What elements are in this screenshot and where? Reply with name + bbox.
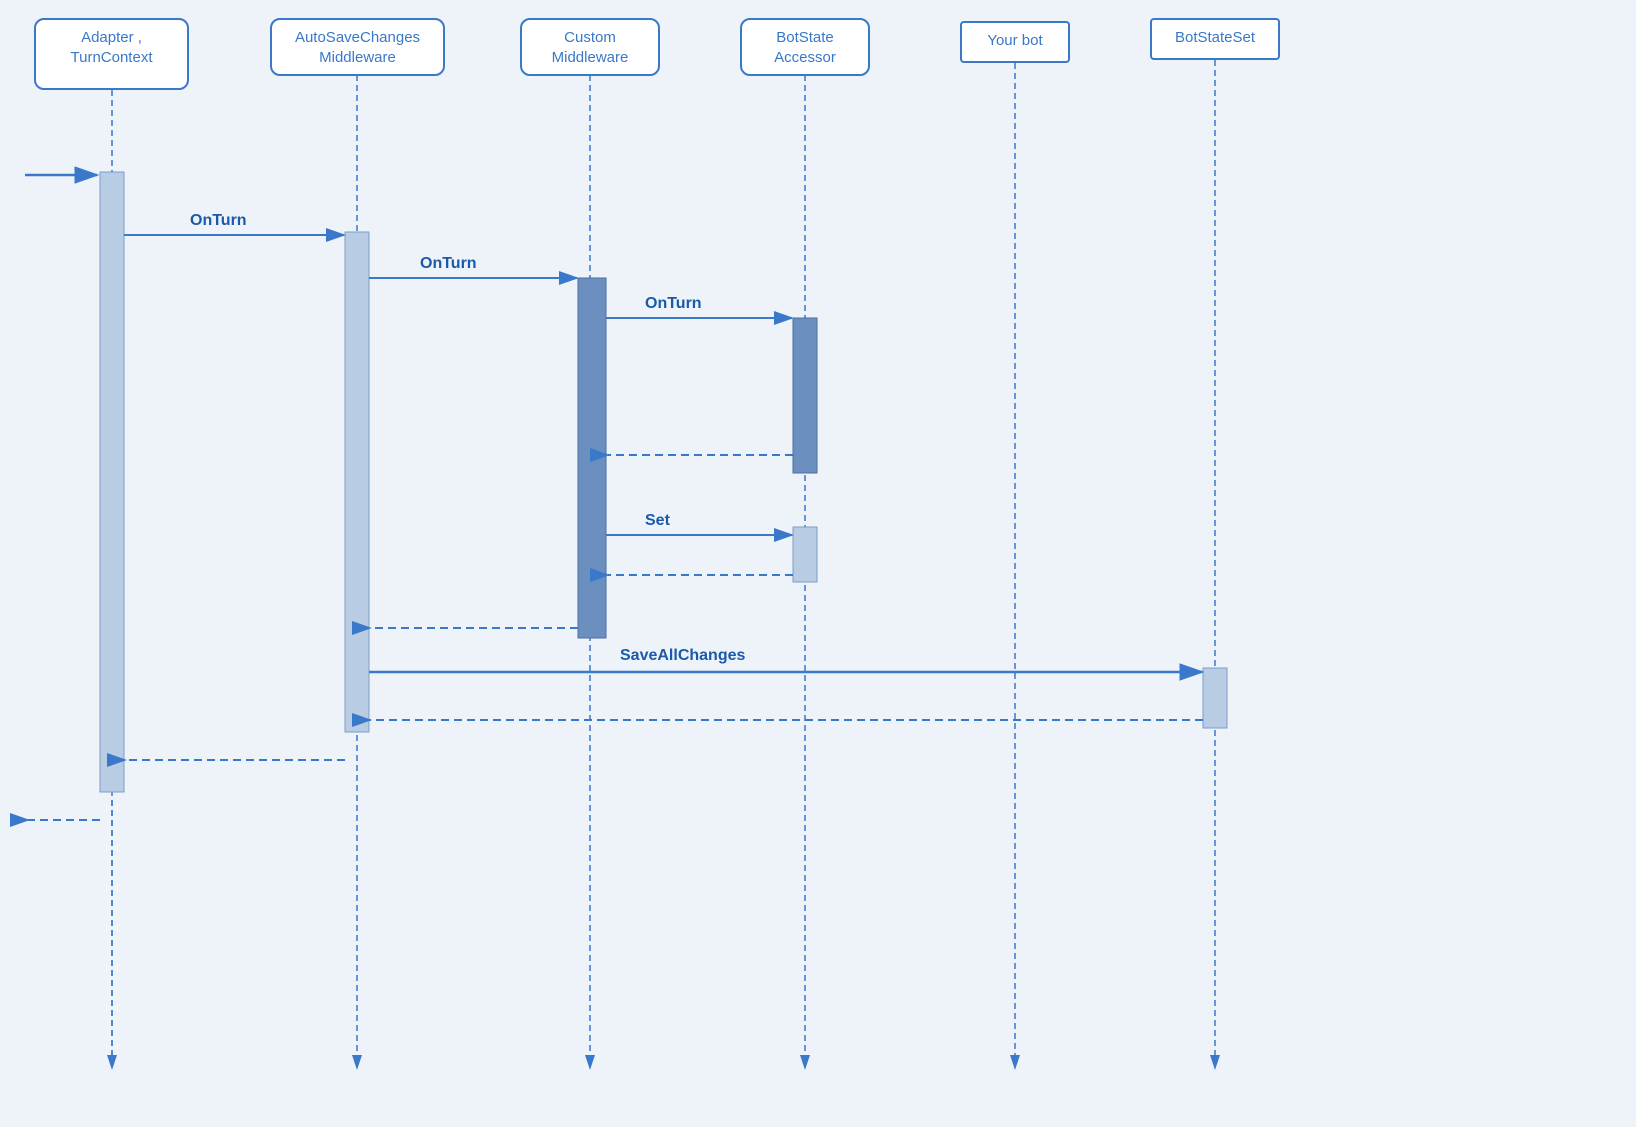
actor-botstate: BotState Accessor [740, 18, 870, 76]
actor-botstateset: BotStateSet [1150, 18, 1280, 60]
actor-custom: Custom Middleware [520, 18, 660, 76]
actor-yourbot: Your bot [960, 21, 1070, 63]
activation-custom [578, 278, 606, 638]
arrow-down-botstateset [1210, 1055, 1220, 1070]
activation-botstate-onturn [793, 318, 817, 473]
activation-botstateset [1203, 668, 1227, 728]
arrow-down-adapter [107, 1055, 117, 1070]
actor-autosave-label: AutoSaveChanges Middleware [295, 29, 420, 66]
sequence-diagram-svg: OnTurn OnTurn OnTurn Set SaveAllChanges [0, 0, 1636, 1127]
label-onturn3: OnTurn [645, 295, 702, 312]
label-onturn2: OnTurn [420, 255, 477, 272]
actor-autosave: AutoSaveChanges Middleware [270, 18, 445, 76]
actor-adapter-label: Adapter , TurnContext [71, 29, 153, 66]
arrow-down-custom [585, 1055, 595, 1070]
activation-autosave [345, 232, 369, 732]
label-onturn1: OnTurn [190, 212, 247, 229]
label-saveall: SaveAllChanges [620, 647, 745, 664]
arrow-down-botstate [800, 1055, 810, 1070]
actor-adapter: Adapter , TurnContext [34, 18, 189, 90]
actor-botstateset-label: BotStateSet [1175, 29, 1255, 46]
arrow-down-autosave [352, 1055, 362, 1070]
actor-botstate-label: BotState Accessor [774, 29, 836, 66]
activation-botstate-set [793, 527, 817, 582]
arrow-down-yourbot [1010, 1055, 1020, 1070]
actor-custom-label: Custom Middleware [552, 29, 629, 66]
activation-adapter [100, 172, 124, 792]
diagram-container: OnTurn OnTurn OnTurn Set SaveAllChanges [0, 0, 1636, 1127]
actor-yourbot-label: Your bot [987, 32, 1042, 49]
label-set: Set [645, 512, 671, 529]
